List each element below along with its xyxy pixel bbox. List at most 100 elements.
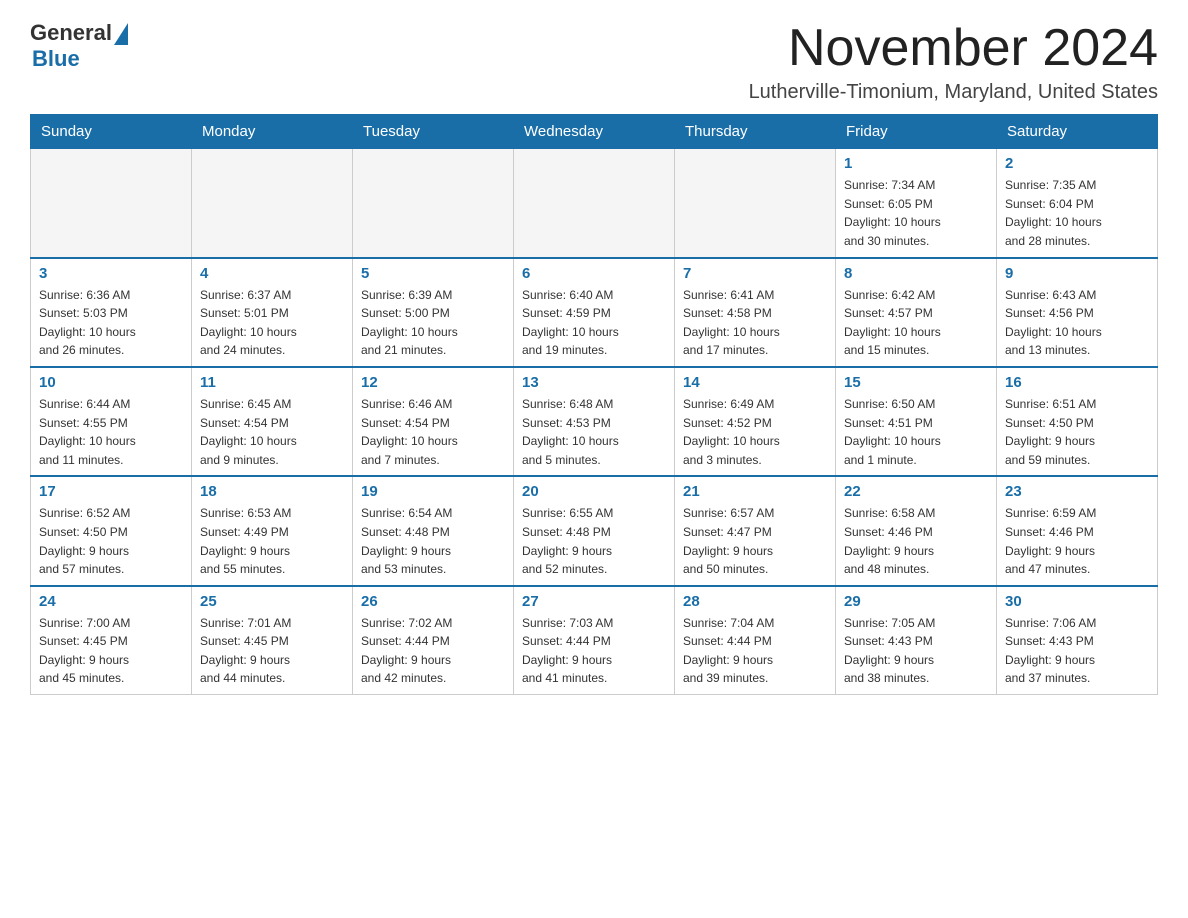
day-info: Sunrise: 7:01 AM Sunset: 4:45 PM Dayligh… xyxy=(200,614,344,688)
calendar-cell: 6 Sunrise: 6:40 AM Sunset: 4:59 PM Daylig… xyxy=(514,258,675,367)
day-number: 7 xyxy=(683,265,827,282)
day-number: 8 xyxy=(844,265,988,282)
day-info: Sunrise: 7:03 AM Sunset: 4:44 PM Dayligh… xyxy=(522,614,666,688)
calendar-cell: 1 Sunrise: 7:34 AM Sunset: 6:05 PM Daylig… xyxy=(836,149,997,258)
calendar-cell: 8Sunrise: 6:42 AM Sunset: 4:57 PM Daylig… xyxy=(836,258,997,367)
day-info: Sunrise: 6:53 AM Sunset: 4:49 PM Dayligh… xyxy=(200,504,344,578)
day-number: 12 xyxy=(361,374,505,391)
calendar-cell: 7 Sunrise: 6:41 AM Sunset: 4:58 PM Daylig… xyxy=(675,258,836,367)
day-info: Sunrise: 7:04 AM Sunset: 4:44 PM Dayligh… xyxy=(683,614,827,688)
calendar-cell xyxy=(514,149,675,258)
day-number: 25 xyxy=(200,593,344,610)
calendar-cell: 14Sunrise: 6:49 AM Sunset: 4:52 PM Dayli… xyxy=(675,367,836,476)
calendar-cell: 27Sunrise: 7:03 AM Sunset: 4:44 PM Dayli… xyxy=(514,586,675,695)
logo-triangle-icon xyxy=(114,23,128,45)
calendar-cell: 11Sunrise: 6:45 AM Sunset: 4:54 PM Dayli… xyxy=(192,367,353,476)
calendar-cell: 30 Sunrise: 7:06 AM Sunset: 4:43 PM Dayli… xyxy=(997,586,1158,695)
weekday-header-wednesday: Wednesday xyxy=(514,115,675,149)
day-info: Sunrise: 6:54 AM Sunset: 4:48 PM Dayligh… xyxy=(361,504,505,578)
calendar-week-row-5: 24 Sunrise: 7:00 AM Sunset: 4:45 PM Dayli… xyxy=(31,586,1158,695)
calendar-table: SundayMondayTuesdayWednesdayThursdayFrid… xyxy=(30,114,1158,695)
calendar-cell: 9Sunrise: 6:43 AM Sunset: 4:56 PM Daylig… xyxy=(997,258,1158,367)
day-info: Sunrise: 6:37 AM Sunset: 5:01 PM Dayligh… xyxy=(200,286,344,360)
day-info: Sunrise: 6:36 AM Sunset: 5:03 PM Dayligh… xyxy=(39,286,183,360)
day-number: 5 xyxy=(361,265,505,282)
day-info: Sunrise: 7:35 AM Sunset: 6:04 PM Dayligh… xyxy=(1005,176,1149,250)
day-number: 10 xyxy=(39,374,183,391)
calendar-cell xyxy=(353,149,514,258)
weekday-header-row: SundayMondayTuesdayWednesdayThursdayFrid… xyxy=(31,115,1158,149)
day-number: 17 xyxy=(39,483,183,500)
weekday-header-saturday: Saturday xyxy=(997,115,1158,149)
day-info: Sunrise: 6:40 AM Sunset: 4:59 PM Dayligh… xyxy=(522,286,666,360)
day-number: 11 xyxy=(200,374,344,391)
day-number: 21 xyxy=(683,483,827,500)
calendar-cell: 17 Sunrise: 6:52 AM Sunset: 4:50 PM Dayli… xyxy=(31,476,192,585)
day-info: Sunrise: 6:44 AM Sunset: 4:55 PM Dayligh… xyxy=(39,395,183,469)
calendar-cell: 20Sunrise: 6:55 AM Sunset: 4:48 PM Dayli… xyxy=(514,476,675,585)
day-number: 20 xyxy=(522,483,666,500)
day-info: Sunrise: 7:02 AM Sunset: 4:44 PM Dayligh… xyxy=(361,614,505,688)
calendar-cell xyxy=(192,149,353,258)
weekday-header-friday: Friday xyxy=(836,115,997,149)
day-number: 18 xyxy=(200,483,344,500)
day-number: 1 xyxy=(844,155,988,172)
weekday-header-monday: Monday xyxy=(192,115,353,149)
day-number: 28 xyxy=(683,593,827,610)
day-info: Sunrise: 6:48 AM Sunset: 4:53 PM Dayligh… xyxy=(522,395,666,469)
day-number: 29 xyxy=(844,593,988,610)
calendar-cell: 22 Sunrise: 6:58 AM Sunset: 4:46 PM Dayli… xyxy=(836,476,997,585)
day-info: Sunrise: 7:00 AM Sunset: 4:45 PM Dayligh… xyxy=(39,614,183,688)
day-info: Sunrise: 7:06 AM Sunset: 4:43 PM Dayligh… xyxy=(1005,614,1149,688)
day-number: 24 xyxy=(39,593,183,610)
logo: General Blue xyxy=(30,20,128,72)
location-text: Lutherville-Timonium, Maryland, United S… xyxy=(749,81,1158,104)
calendar-cell: 23 Sunrise: 6:59 AM Sunset: 4:46 PM Dayli… xyxy=(997,476,1158,585)
calendar-cell: 19 Sunrise: 6:54 AM Sunset: 4:48 PM Dayli… xyxy=(353,476,514,585)
calendar-week-row-2: 3Sunrise: 6:36 AM Sunset: 5:03 PM Daylig… xyxy=(31,258,1158,367)
calendar-cell: 2 Sunrise: 7:35 AM Sunset: 6:04 PM Daylig… xyxy=(997,149,1158,258)
day-info: Sunrise: 6:50 AM Sunset: 4:51 PM Dayligh… xyxy=(844,395,988,469)
logo-general-text: General xyxy=(30,20,112,46)
weekday-header-thursday: Thursday xyxy=(675,115,836,149)
calendar-cell xyxy=(675,149,836,258)
calendar-cell: 4 Sunrise: 6:37 AM Sunset: 5:01 PM Daylig… xyxy=(192,258,353,367)
day-info: Sunrise: 7:34 AM Sunset: 6:05 PM Dayligh… xyxy=(844,176,988,250)
day-number: 30 xyxy=(1005,593,1149,610)
day-info: Sunrise: 6:59 AM Sunset: 4:46 PM Dayligh… xyxy=(1005,504,1149,578)
day-number: 19 xyxy=(361,483,505,500)
calendar-week-row-1: 1 Sunrise: 7:34 AM Sunset: 6:05 PM Daylig… xyxy=(31,149,1158,258)
day-info: Sunrise: 6:39 AM Sunset: 5:00 PM Dayligh… xyxy=(361,286,505,360)
calendar-cell: 21 Sunrise: 6:57 AM Sunset: 4:47 PM Dayli… xyxy=(675,476,836,585)
day-number: 16 xyxy=(1005,374,1149,391)
calendar-cell: 29Sunrise: 7:05 AM Sunset: 4:43 PM Dayli… xyxy=(836,586,997,695)
day-number: 14 xyxy=(683,374,827,391)
day-number: 6 xyxy=(522,265,666,282)
calendar-cell xyxy=(31,149,192,258)
calendar-cell: 13Sunrise: 6:48 AM Sunset: 4:53 PM Dayli… xyxy=(514,367,675,476)
month-title: November 2024 xyxy=(749,20,1158,77)
day-number: 22 xyxy=(844,483,988,500)
day-info: Sunrise: 6:46 AM Sunset: 4:54 PM Dayligh… xyxy=(361,395,505,469)
title-section: November 2024 Lutherville-Timonium, Mary… xyxy=(749,20,1158,104)
day-info: Sunrise: 6:51 AM Sunset: 4:50 PM Dayligh… xyxy=(1005,395,1149,469)
calendar-cell: 3Sunrise: 6:36 AM Sunset: 5:03 PM Daylig… xyxy=(31,258,192,367)
calendar-cell: 28 Sunrise: 7:04 AM Sunset: 4:44 PM Dayli… xyxy=(675,586,836,695)
calendar-cell: 15 Sunrise: 6:50 AM Sunset: 4:51 PM Dayli… xyxy=(836,367,997,476)
day-info: Sunrise: 6:41 AM Sunset: 4:58 PM Dayligh… xyxy=(683,286,827,360)
day-info: Sunrise: 6:52 AM Sunset: 4:50 PM Dayligh… xyxy=(39,504,183,578)
day-number: 4 xyxy=(200,265,344,282)
calendar-cell: 18 Sunrise: 6:53 AM Sunset: 4:49 PM Dayli… xyxy=(192,476,353,585)
calendar-cell: 5 Sunrise: 6:39 AM Sunset: 5:00 PM Daylig… xyxy=(353,258,514,367)
calendar-cell: 26Sunrise: 7:02 AM Sunset: 4:44 PM Dayli… xyxy=(353,586,514,695)
day-number: 2 xyxy=(1005,155,1149,172)
day-number: 15 xyxy=(844,374,988,391)
day-info: Sunrise: 6:57 AM Sunset: 4:47 PM Dayligh… xyxy=(683,504,827,578)
logo-blue-text: Blue xyxy=(32,46,80,72)
weekday-header-tuesday: Tuesday xyxy=(353,115,514,149)
weekday-header-sunday: Sunday xyxy=(31,115,192,149)
calendar-cell: 16 Sunrise: 6:51 AM Sunset: 4:50 PM Dayli… xyxy=(997,367,1158,476)
day-info: Sunrise: 6:58 AM Sunset: 4:46 PM Dayligh… xyxy=(844,504,988,578)
calendar-cell: 12 Sunrise: 6:46 AM Sunset: 4:54 PM Dayli… xyxy=(353,367,514,476)
day-number: 23 xyxy=(1005,483,1149,500)
